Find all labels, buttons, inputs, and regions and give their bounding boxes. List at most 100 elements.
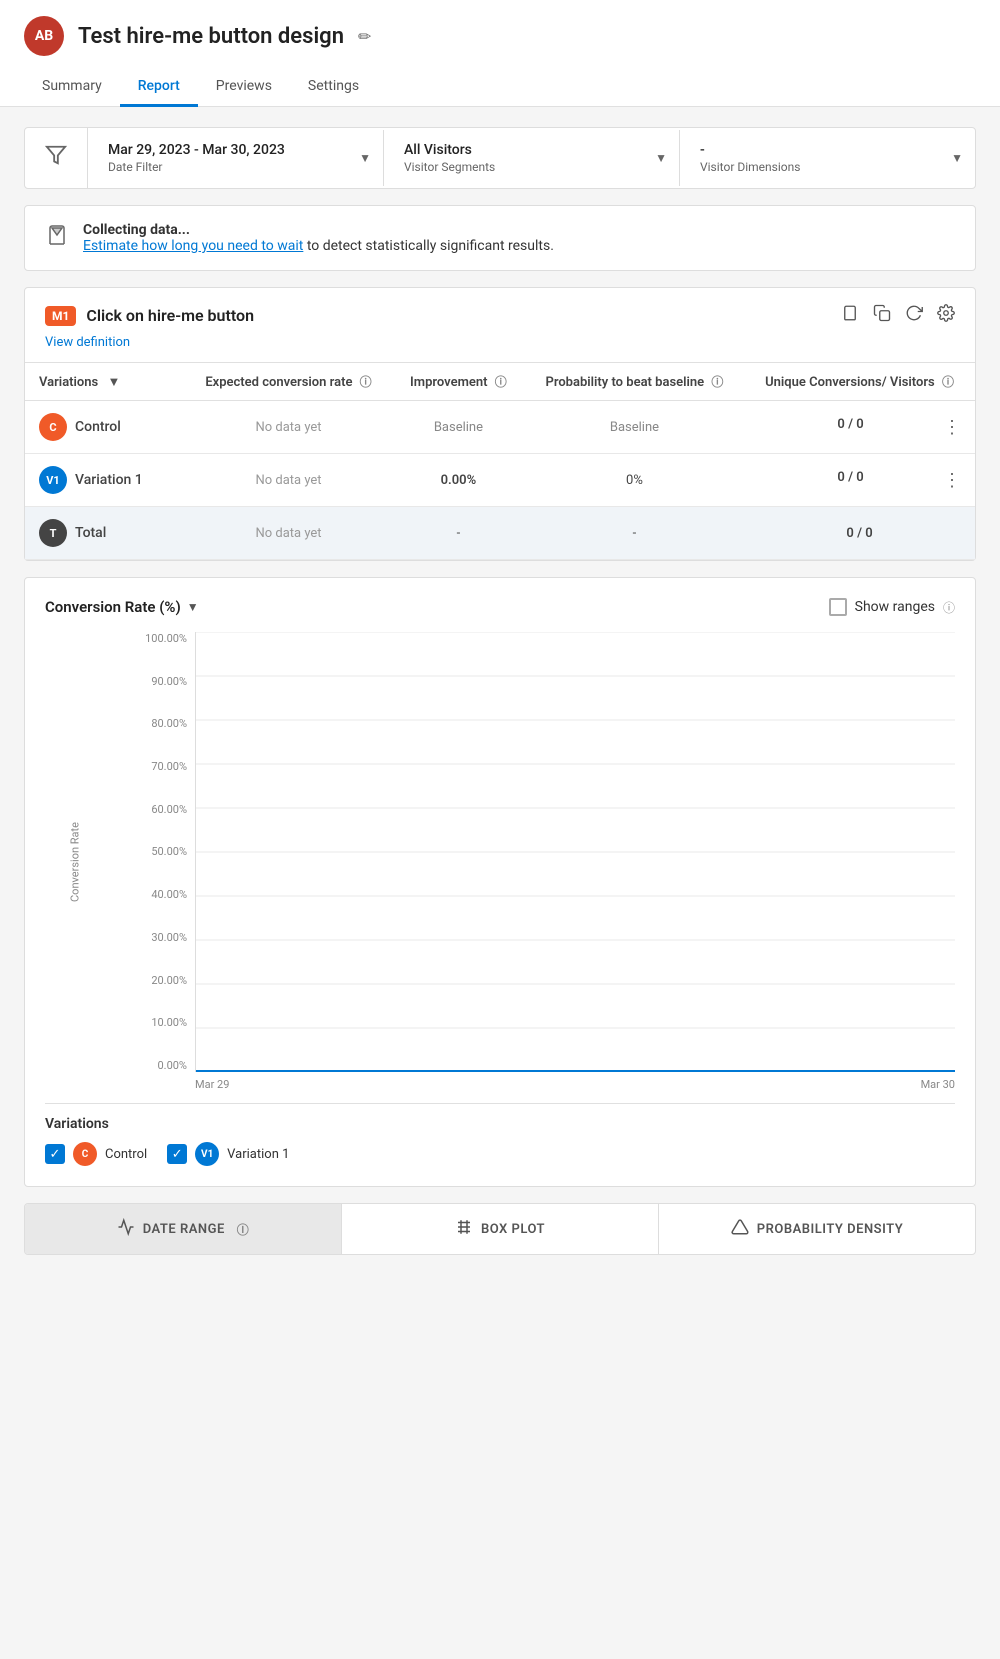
metric-hourglass-icon[interactable] — [841, 304, 859, 327]
dimension-filter-label: Visitor Dimensions — [700, 160, 955, 174]
segment-filter[interactable]: All Visitors Visitor Segments ▼ — [384, 130, 680, 186]
filter-icon-small[interactable]: ▼ — [107, 375, 120, 390]
legend-v1-badge: V1 — [195, 1142, 219, 1166]
y-label-40: 40.00% — [151, 888, 187, 901]
date-filter[interactable]: Mar 29, 2023 - Mar 30, 2023 Date Filter … — [88, 130, 384, 186]
chart-svg — [196, 632, 955, 1072]
table-row: V1 Variation 1 No data yet 0.00% 0% 0 / … — [25, 454, 975, 507]
show-ranges: Show ranges ⓘ — [829, 598, 955, 616]
y-label-80: 80.00% — [151, 717, 187, 730]
tab-box-plot[interactable]: BOX PLOT — [342, 1204, 659, 1254]
tab-summary[interactable]: Summary — [24, 68, 120, 107]
legend-control-label: Control — [105, 1147, 147, 1162]
filter-icon — [25, 128, 88, 188]
metric-settings-icon[interactable] — [937, 304, 955, 327]
legend-title: Variations — [45, 1116, 955, 1132]
metric-refresh-icon[interactable] — [905, 304, 923, 327]
x-axis: Mar 29 Mar 30 — [125, 1072, 955, 1091]
tab-probability-density[interactable]: PROBABILITY DENSITY — [659, 1204, 975, 1254]
col-improvement: Improvement ⓘ — [392, 363, 525, 401]
info-icon-conversion[interactable]: ⓘ — [360, 373, 372, 390]
variation-name-control: C Control — [39, 413, 171, 441]
date-filter-chevron-icon: ▼ — [359, 151, 371, 165]
page-title: Test hire-me button design — [78, 24, 344, 49]
hourglass-icon — [45, 223, 69, 253]
metric-copy-icon[interactable] — [873, 304, 891, 327]
legend-item-control: ✓ C Control — [45, 1142, 147, 1166]
chart-title-chevron-icon: ▼ — [187, 600, 199, 614]
table-row: C Control No data yet Baseline Baseline … — [25, 401, 975, 454]
collecting-banner: Collecting data... Estimate how long you… — [24, 205, 976, 271]
v1-badge: V1 — [39, 466, 67, 494]
tab-previews[interactable]: Previews — [198, 68, 290, 107]
v1-more-icon[interactable]: ⋮ — [943, 470, 961, 491]
col-conversions: Unique Conversions/ Visitors ⓘ — [744, 363, 975, 401]
chart-header: Conversion Rate (%) ▼ Show ranges ⓘ — [45, 598, 955, 616]
y-label-100: 100.00% — [145, 632, 187, 645]
metric-badge: M1 — [45, 306, 76, 326]
control-more-icon[interactable]: ⋮ — [943, 417, 961, 438]
box-plot-icon — [455, 1218, 473, 1240]
date-range-icon — [117, 1218, 135, 1240]
col-conversion-rate: Expected conversion rate ⓘ — [185, 363, 392, 401]
filter-bar: Mar 29, 2023 - Mar 30, 2023 Date Filter … — [24, 127, 976, 189]
metric-actions — [841, 304, 955, 327]
metric-title: Click on hire-me button — [86, 306, 254, 325]
y-label-20: 20.00% — [151, 974, 187, 987]
tab-report[interactable]: Report — [120, 68, 198, 107]
y-axis: 100.00% 90.00% 80.00% 70.00% 60.00% 50.0… — [125, 632, 195, 1072]
x-label-mar29: Mar 29 — [195, 1078, 229, 1091]
control-badge: C — [39, 413, 67, 441]
col-variations: Variations ▼ — [25, 363, 185, 401]
show-ranges-checkbox[interactable] — [829, 598, 847, 616]
bottom-tabs: DATE RANGE ⓘ BOX PLOT PROBABILIT — [24, 1203, 976, 1255]
metric-title-wrap: M1 Click on hire-me button — [45, 306, 254, 326]
info-icon-conversions[interactable]: ⓘ — [942, 373, 954, 390]
probability-density-icon — [731, 1218, 749, 1240]
legend-item-v1: ✓ V1 Variation 1 — [167, 1142, 289, 1166]
main-content: Mar 29, 2023 - Mar 30, 2023 Date Filter … — [0, 107, 1000, 1275]
chart-title[interactable]: Conversion Rate (%) ▼ — [45, 598, 199, 616]
tab-probability-density-label: PROBABILITY DENSITY — [757, 1222, 903, 1237]
variations-table: Variations ▼ Expected conversion rate ⓘ … — [25, 362, 975, 560]
variation-name-v1: V1 Variation 1 — [39, 466, 171, 494]
segment-filter-chevron-icon: ▼ — [655, 151, 667, 165]
metric-header: M1 Click on hire-me button — [25, 288, 975, 335]
y-label-50: 50.00% — [151, 845, 187, 858]
tab-date-range-label: DATE RANGE — [143, 1222, 225, 1237]
y-label-70: 70.00% — [151, 760, 187, 773]
date-range-info-icon[interactable]: ⓘ — [237, 1221, 250, 1238]
y-label-30: 30.00% — [151, 931, 187, 944]
show-ranges-label: Show ranges — [855, 599, 935, 615]
date-filter-value: Mar 29, 2023 - Mar 30, 2023 — [108, 142, 363, 158]
tab-settings[interactable]: Settings — [290, 68, 377, 107]
legend-v1-checkbox[interactable]: ✓ — [167, 1144, 187, 1164]
info-icon-improvement[interactable]: ⓘ — [495, 373, 507, 390]
show-ranges-info-icon[interactable]: ⓘ — [943, 599, 955, 616]
dimension-filter-value: - — [700, 142, 955, 158]
y-label-90: 90.00% — [151, 675, 187, 688]
user-avatar: AB — [24, 16, 64, 56]
total-badge: T — [39, 519, 67, 547]
dimension-filter-chevron-icon: ▼ — [951, 151, 963, 165]
tab-date-range[interactable]: DATE RANGE ⓘ — [25, 1204, 342, 1254]
page-header: AB Test hire-me button design ✏ Summary … — [0, 0, 1000, 107]
variation-name-total: T Total — [39, 519, 171, 547]
info-icon-probability[interactable]: ⓘ — [711, 373, 723, 390]
view-definition-link[interactable]: View definition — [25, 335, 975, 362]
estimate-link[interactable]: Estimate how long you need to wait — [83, 238, 303, 254]
legend-items: ✓ C Control ✓ V1 Variation 1 — [45, 1142, 955, 1166]
table-row-total: T Total No data yet - - 0 / 0 — [25, 507, 975, 560]
tab-box-plot-label: BOX PLOT — [481, 1222, 545, 1237]
y-axis-title: Conversion Rate — [68, 822, 81, 902]
legend-control-checkbox[interactable]: ✓ — [45, 1144, 65, 1164]
segment-filter-label: Visitor Segments — [404, 160, 659, 174]
variations-legend: Variations ✓ C Control ✓ V1 Variation 1 — [45, 1103, 955, 1166]
chart-section: Conversion Rate (%) ▼ Show ranges ⓘ Conv… — [24, 577, 976, 1187]
date-filter-label: Date Filter — [108, 160, 363, 174]
metric-card: M1 Click on hire-me button — [24, 287, 976, 561]
edit-icon[interactable]: ✏ — [358, 27, 371, 46]
dimension-filter[interactable]: - Visitor Dimensions ▼ — [680, 130, 975, 186]
col-probability: Probability to beat baseline ⓘ — [525, 363, 744, 401]
legend-v1-label: Variation 1 — [227, 1147, 289, 1162]
